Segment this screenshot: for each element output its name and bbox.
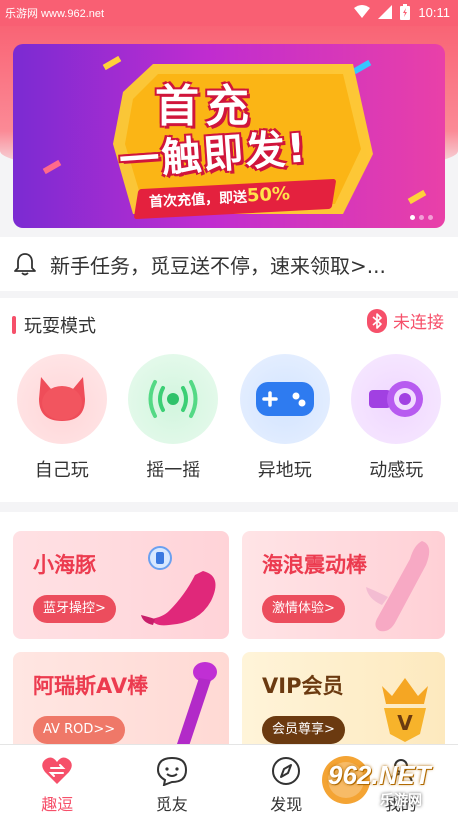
dolphin-product-image (141, 546, 216, 626)
wifi-icon (354, 5, 371, 18)
tab-label: 趣逗 (41, 795, 74, 814)
bluetooth-icon (367, 308, 387, 333)
tab-miyou[interactable]: 觅友 (115, 745, 230, 815)
mode-label: 自己玩 (34, 460, 89, 481)
promo-banner[interactable]: 首充 一触即发! 首次充值，即送50% (13, 44, 445, 228)
vibration-signal-icon (128, 354, 219, 444)
av-rod-product-image (175, 662, 217, 752)
mode-list: 自己玩 摇一摇 异地玩 动感玩 (0, 354, 458, 482)
tab-qudou[interactable]: 趣逗 (0, 745, 115, 815)
product-button[interactable]: 会员尊享> (262, 716, 345, 744)
heart-icon (41, 755, 73, 787)
play-modes-section: 玩耍模式 未连接 自己玩 摇一摇 异地玩 动感玩 (0, 298, 458, 502)
wave-rod-product-image (366, 541, 430, 632)
watermark-text: 962.NET (328, 760, 431, 790)
mode-solo[interactable]: 自己玩 (12, 354, 112, 482)
product-grid: 小海豚 蓝牙操控> 海浪震动棒 激情体验> 阿瑞斯AV棒 AV ROD>> VI… (0, 512, 458, 752)
banner-percent: 50% (246, 183, 291, 207)
status-time: 10:11 (418, 4, 450, 20)
devil-face-icon (16, 354, 107, 444)
mode-label: 动感玩 (369, 460, 424, 481)
section-header: 玩耍模式 (12, 312, 96, 338)
tab-label: 觅友 (155, 795, 188, 814)
mode-shake[interactable]: 摇一摇 (123, 354, 223, 482)
gamepad-icon (239, 354, 330, 444)
bell-icon (14, 253, 36, 276)
banner-pagination (410, 215, 433, 220)
product-card-ares-rod[interactable]: 阿瑞斯AV棒 AV ROD>> (13, 652, 229, 752)
section-accent-bar (12, 316, 16, 334)
notice-text: 新手任务，觅豆送不停，速来领取>... (50, 253, 386, 278)
watermark-subtext: 乐游网 (380, 793, 422, 809)
speaker-wave-icon (351, 354, 442, 444)
connection-status-text: 未连接 (393, 313, 444, 333)
status-bar: 乐游网 www.962.net 10:11 (0, 0, 458, 26)
mode-label: 异地玩 (257, 460, 312, 481)
product-button[interactable]: 蓝牙操控> (33, 595, 116, 623)
product-button[interactable]: AV ROD>> (33, 716, 126, 744)
product-title: 阿瑞斯AV棒 (33, 674, 149, 698)
mode-remote[interactable]: 异地玩 (235, 354, 335, 482)
product-title: 小海豚 (33, 553, 96, 577)
task-notice[interactable]: 新手任务，觅豆送不停，速来领取>... (0, 237, 458, 291)
product-card-wave-rod[interactable]: 海浪震动棒 激情体验> (242, 531, 445, 639)
vip-crown-icon: V (382, 678, 428, 742)
product-card-vip[interactable]: VIP会员 会员尊享> V (242, 652, 445, 752)
product-card-dolphin[interactable]: 小海豚 蓝牙操控> (13, 531, 229, 639)
banner-dot (419, 215, 424, 220)
mode-dynamic[interactable]: 动感玩 (346, 354, 446, 482)
mode-label: 摇一摇 (146, 460, 201, 481)
banner-dot (410, 215, 415, 220)
connection-status[interactable]: 未连接 (367, 308, 444, 333)
product-title: VIP会员 (262, 674, 344, 698)
signal-icon (378, 5, 393, 19)
site-watermark: 962.NET 乐游网 (318, 752, 454, 810)
banner-dot (428, 215, 433, 220)
tab-label: 发现 (270, 795, 303, 814)
chat-face-icon (156, 755, 188, 787)
battery-icon (400, 4, 411, 20)
svg-text:V: V (397, 711, 413, 735)
status-source-text: 乐游网 www.962.net (5, 8, 105, 20)
compass-icon (270, 755, 302, 787)
status-icons: 10:11 (354, 4, 450, 20)
product-button[interactable]: 激情体验> (262, 595, 345, 623)
section-title: 玩耍模式 (24, 316, 96, 337)
